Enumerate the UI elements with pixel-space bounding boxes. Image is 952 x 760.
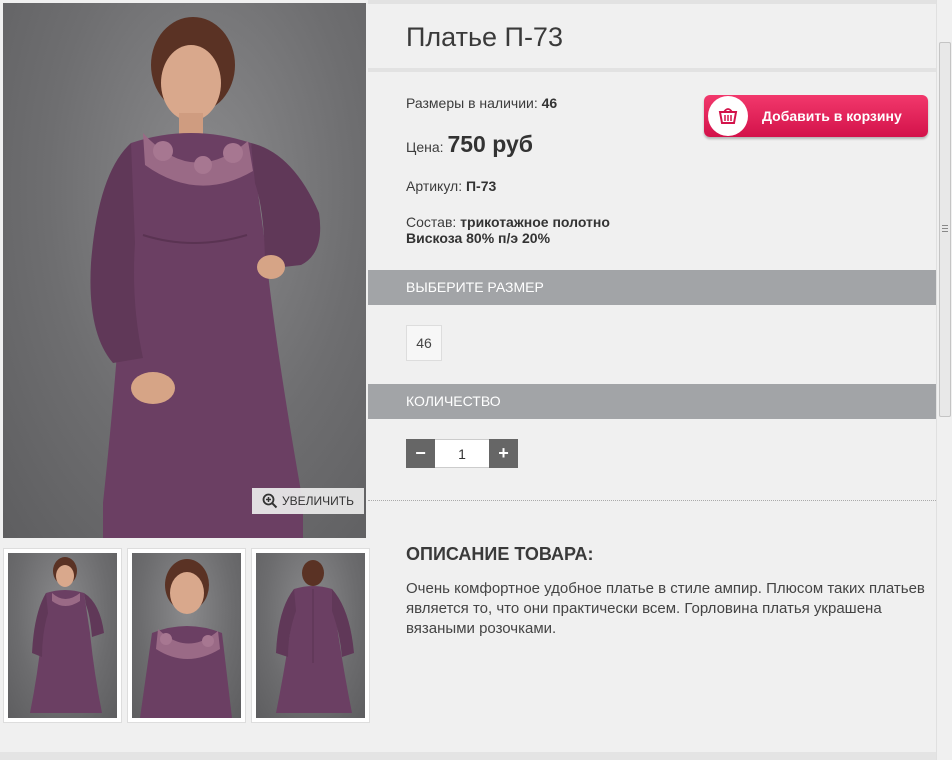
quantity-stepper: − + <box>406 439 518 468</box>
price-label: Цена: <box>406 139 444 155</box>
thumbnail-front-image <box>30 557 104 713</box>
zoom-button[interactable]: УВЕЛИЧИТЬ <box>252 488 364 514</box>
size-section-heading: ВЫБЕРИТЕ РАЗМЕР <box>368 270 936 305</box>
add-to-cart-button[interactable]: Добавить в корзину <box>704 95 928 137</box>
article-row: Артикул: П-73 <box>406 178 496 194</box>
zoom-label: УВЕЛИЧИТЬ <box>282 494 354 508</box>
thumbnail-1[interactable] <box>3 548 122 723</box>
title-bar: Платье П-73 <box>368 0 936 72</box>
quantity-decrease-button[interactable]: − <box>406 439 435 468</box>
quantity-section-heading: КОЛИЧЕСТВО <box>368 384 936 419</box>
dress-model-image <box>90 17 321 538</box>
price-value: 750 руб <box>447 131 533 157</box>
main-product-photo[interactable]: УВЕЛИЧИТЬ <box>3 3 366 538</box>
sizes-available: Размеры в наличии: 46 <box>406 95 557 111</box>
quantity-increase-button[interactable]: + <box>489 439 518 468</box>
composition-line2: Вискоза 80% п/э 20% <box>406 230 551 246</box>
scrollbar-grip-icon <box>942 225 948 233</box>
composition-line1: трикотажное полотно <box>460 214 610 230</box>
description-heading: ОПИСАНИЕ ТОВАРА: <box>406 544 594 564</box>
scrollbar-thumb[interactable] <box>939 42 951 417</box>
product-title: Платье П-73 <box>406 22 563 52</box>
description-text: Очень комфортное удобное платье в стиле … <box>406 580 925 637</box>
basket-icon <box>708 96 748 136</box>
size-option-46[interactable]: 46 <box>406 325 442 361</box>
thumbnail-3[interactable] <box>251 548 370 723</box>
footer-strip <box>0 752 936 760</box>
page-scrollbar[interactable] <box>936 0 952 760</box>
thumbnail-back-image <box>276 560 354 713</box>
thumbnail-strip <box>3 548 370 723</box>
composition-label: Состав: <box>406 214 457 230</box>
zoom-in-icon <box>262 493 278 509</box>
price-row: Цена: 750 руб <box>406 131 533 158</box>
divider <box>368 500 936 501</box>
add-to-cart-label: Добавить в корзину <box>762 108 902 124</box>
thumbnail-closeup-image <box>140 559 232 718</box>
sizes-label: Размеры в наличии: <box>406 95 538 111</box>
product-gallery: УВЕЛИЧИТЬ <box>0 0 370 760</box>
thumbnail-2[interactable] <box>127 548 246 723</box>
quantity-input[interactable] <box>435 439 489 468</box>
composition-row: Состав: трикотажное полотно Вискоза 80% … <box>406 214 610 246</box>
article-value: П-73 <box>465 178 497 194</box>
sizes-value: 46 <box>541 95 558 111</box>
article-label: Артикул: <box>406 178 463 194</box>
